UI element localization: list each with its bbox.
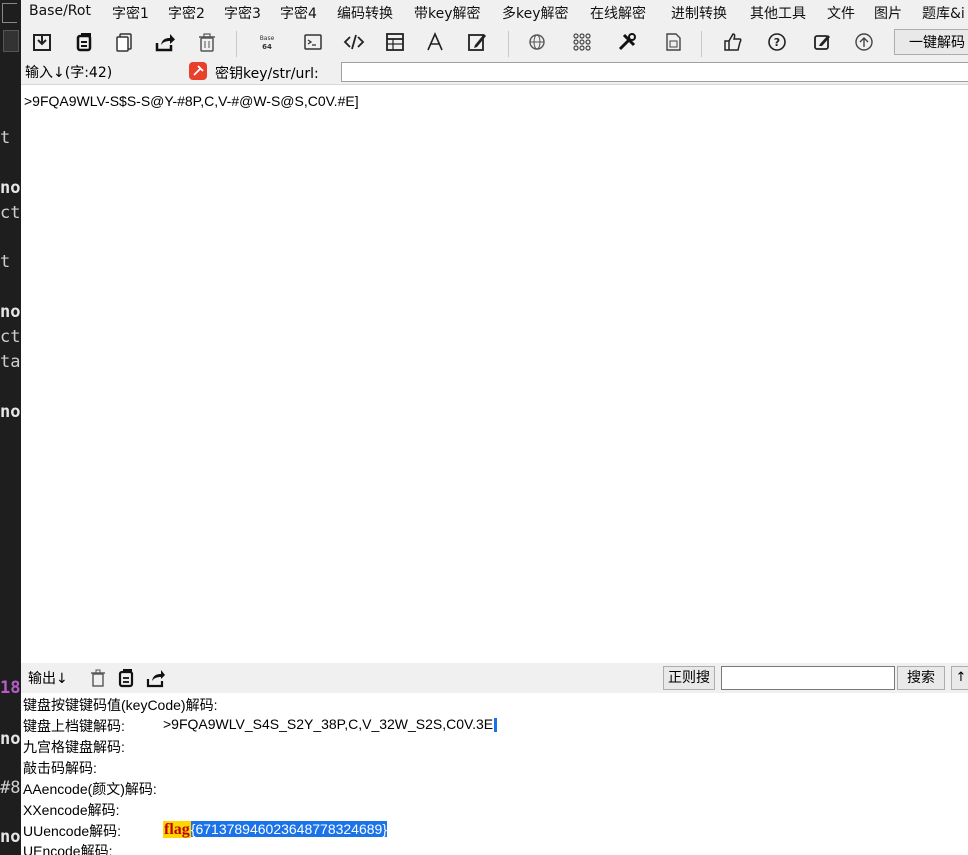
output-row: 敲击码解码:	[23, 758, 97, 778]
svg-text:Base: Base	[260, 35, 275, 42]
background-text: no	[0, 827, 21, 847]
output-row: AAencode(颜文)解码:	[23, 779, 157, 799]
output-row: XXencode解码:	[23, 800, 120, 820]
help-icon[interactable]: ?	[764, 29, 790, 55]
grid-icon[interactable]	[569, 29, 595, 55]
output-row: UUencode解码: flag{6713789460236487783246​…	[23, 821, 387, 841]
input-header: 输入↓(字:42) 密钥key/str/url:	[21, 61, 968, 83]
toolbar-separator	[236, 31, 237, 57]
menu-online-decrypt[interactable]: 在线解密	[590, 3, 646, 23]
background-window-edge	[3, 30, 19, 52]
upload-icon[interactable]	[851, 29, 877, 55]
copy-icon[interactable]	[71, 29, 97, 55]
output-row-label: 九宫格键盘解码:	[23, 739, 125, 755]
flag-keyword: flag	[163, 821, 191, 838]
paste-icon[interactable]	[112, 29, 138, 55]
terminal-icon[interactable]	[300, 29, 326, 55]
share-icon[interactable]	[146, 668, 166, 688]
background-window-edge	[2, 3, 17, 23]
background-text: ct	[0, 203, 21, 223]
output-row-label: UUencode解码:	[23, 823, 122, 839]
edit-icon[interactable]	[464, 29, 490, 55]
output-row-label: 键盘上档键解码:	[23, 718, 125, 734]
thumbs-up-icon[interactable]	[720, 29, 746, 55]
text-cursor	[494, 718, 498, 733]
key-icon	[189, 62, 207, 80]
toolbar: Base 64 ? 一键解码	[21, 25, 968, 60]
background-text: ct	[0, 327, 21, 347]
menu-base-convert[interactable]: 进制转换	[671, 3, 727, 23]
globe-icon[interactable]	[524, 29, 550, 55]
background-text: no	[0, 402, 21, 422]
decoder-app-window: Base/Rot 字密1 字密2 字密3 字密4 编码转换 带key解密 多ke…	[21, 0, 968, 855]
background-text: no	[0, 178, 21, 198]
output-row-label: 敲击码解码:	[23, 760, 97, 776]
menu-bar: Base/Rot 字密1 字密2 字密3 字密4 编码转换 带key解密 多ke…	[21, 0, 968, 24]
regex-search-button[interactable]: 正则搜	[663, 666, 715, 690]
key-label: 密钥key/str/url:	[215, 66, 319, 82]
menu-cipher-4[interactable]: 字密4	[280, 3, 317, 23]
flag-result: flag{6713789460236487783246​89}	[163, 821, 387, 839]
output-row-label: UEncode解码:	[23, 843, 113, 855]
flag-body-selected: {6713789460236487783246​89}	[190, 821, 387, 837]
menu-encoding-convert[interactable]: 编码转换	[337, 3, 393, 23]
import-icon[interactable]	[29, 29, 55, 55]
menu-file[interactable]: 文件	[827, 3, 855, 23]
output-row-label: XXencode解码:	[23, 802, 120, 818]
menu-multi-key-decrypt[interactable]: 多key解密	[502, 3, 569, 23]
output-header: 输出↓ 正则搜 搜索 ↑	[21, 663, 968, 693]
svg-text:?: ?	[774, 36, 780, 49]
output-row-label: 键盘按键键码值(keyCode)解码:	[23, 697, 218, 713]
trash-icon[interactable]	[88, 668, 108, 688]
trash-icon[interactable]	[194, 29, 220, 55]
code-icon[interactable]	[341, 29, 367, 55]
menu-cipher-2[interactable]: 字密2	[168, 3, 205, 23]
output-row: UEncode解码:	[23, 841, 112, 855]
input-label: 输入↓(字:42)	[25, 65, 113, 81]
menu-key-decrypt[interactable]: 带key解密	[414, 3, 481, 23]
input-textarea[interactable]: >9FQA9WLV-S$S-S@Y-#8P,C,V-#@W-S@S,C0V.#E…	[21, 84, 968, 663]
base64-icon[interactable]: Base 64	[254, 29, 280, 55]
background-text: #8	[0, 778, 21, 798]
one-click-decode-button[interactable]: 一键解码	[894, 29, 968, 55]
output-row-value: >9FQA9WLV_S4S_S2Y_38P,C,V_32W_S2S,C0V.3E	[163, 716, 498, 733]
share-icon[interactable]	[152, 29, 178, 55]
menu-base-rot[interactable]: Base/Rot	[29, 3, 91, 19]
menu-question-bank[interactable]: 题库&i	[922, 3, 965, 23]
search-button[interactable]: 搜索	[897, 666, 945, 690]
output-row: 键盘按键键码值(keyCode)解码:	[23, 695, 217, 715]
doc-icon[interactable]	[660, 29, 686, 55]
background-text: 18	[0, 678, 21, 698]
toolbar-separator	[701, 31, 702, 57]
svg-text:64: 64	[262, 43, 272, 51]
tools-icon[interactable]	[614, 29, 640, 55]
search-input[interactable]	[721, 666, 895, 690]
copy-icon[interactable]	[116, 668, 136, 688]
background-text: no	[0, 302, 21, 322]
background-terminal-strip: t no ct t no ct ta no 18 no #8 no	[0, 0, 21, 855]
output-row-label: AAencode(颜文)解码:	[23, 781, 157, 797]
menu-cipher-3[interactable]: 字密3	[224, 3, 261, 23]
menu-image[interactable]: 图片	[874, 3, 902, 23]
search-up-button[interactable]: ↑	[951, 666, 968, 690]
font-icon[interactable]	[422, 29, 448, 55]
input-text: >9FQA9WLV-S$S-S@Y-#8P,C,V-#@W-S@S,C0V.#E…	[24, 93, 359, 109]
output-row: 键盘上档键解码: >9FQA9WLV_S4S_S2Y_38P,C,V_32W_S…	[23, 716, 498, 736]
output-row: 九宫格键盘解码:	[23, 737, 125, 757]
note-icon[interactable]	[809, 29, 835, 55]
background-text: no	[0, 729, 21, 749]
background-text: t	[0, 128, 11, 148]
toolbar-separator	[508, 31, 509, 57]
menu-other-tools[interactable]: 其他工具	[750, 3, 806, 23]
background-text: t	[0, 252, 11, 272]
background-text: ta	[0, 352, 21, 372]
key-input[interactable]	[341, 62, 968, 82]
table-icon[interactable]	[382, 29, 408, 55]
output-textarea[interactable]: 键盘按键键码值(keyCode)解码: 键盘上档键解码: >9FQA9WLV_S…	[21, 693, 968, 855]
output-label: 输出↓	[28, 671, 68, 687]
menu-cipher-1[interactable]: 字密1	[112, 3, 149, 23]
